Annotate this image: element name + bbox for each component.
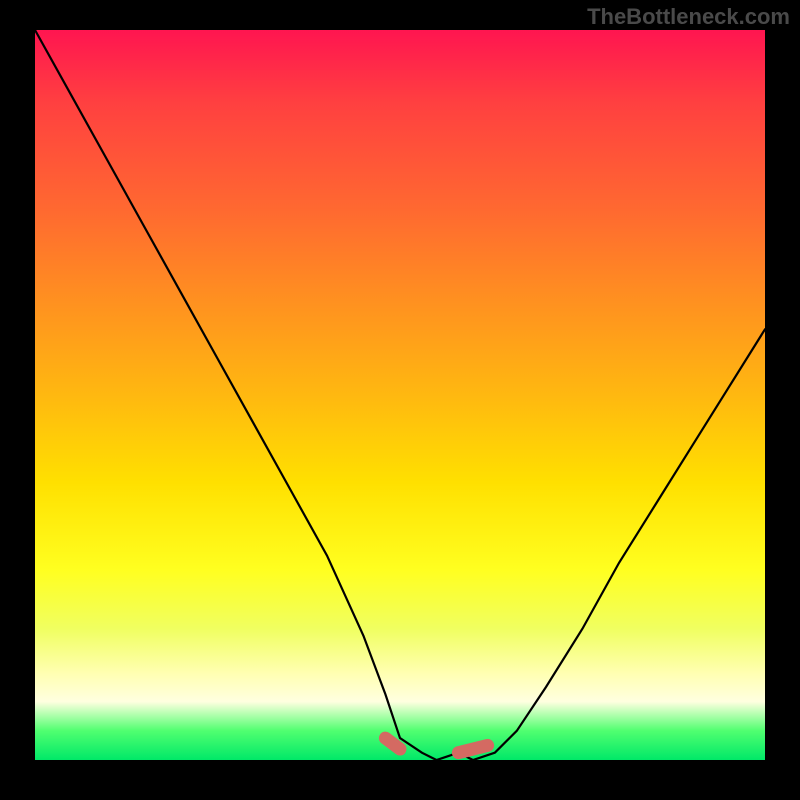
chart-container: TheBottleneck.com <box>0 0 800 800</box>
trough-marker-segment <box>385 738 400 749</box>
chart-svg <box>35 30 765 760</box>
trough-marker-segment <box>458 745 487 752</box>
watermark-text: TheBottleneck.com <box>587 4 790 30</box>
plot-area <box>35 30 765 760</box>
trough-markers <box>385 738 487 753</box>
curve-line <box>35 30 765 760</box>
